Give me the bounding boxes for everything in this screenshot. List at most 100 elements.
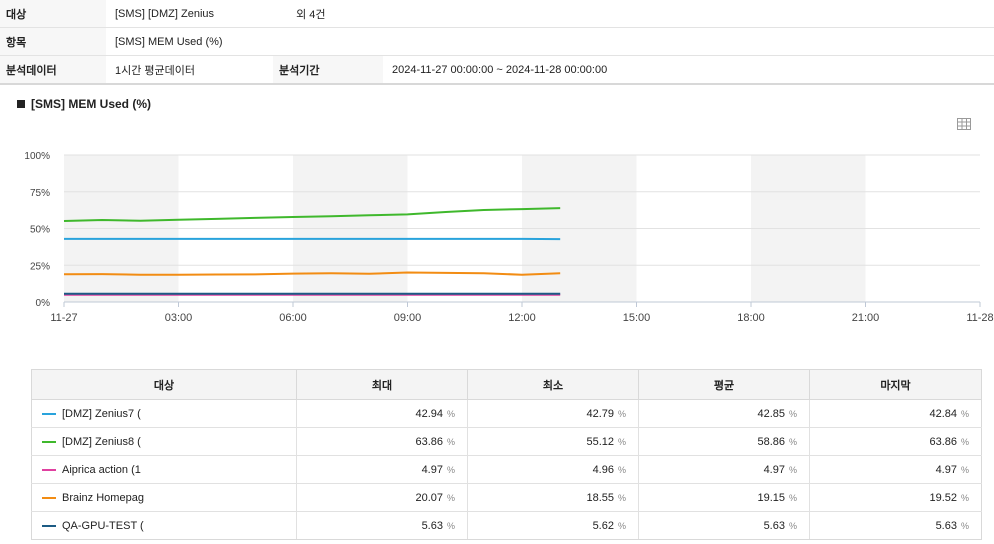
row-target-name: [DMZ] Zenius8 ( [62,435,141,448]
unit-label: % [617,436,626,447]
row-avg-cell: 19.15% [638,483,810,512]
x-tick-label: 15:00 [623,312,651,324]
header-last[interactable]: 마지막 [809,369,982,400]
row-min-cell: 18.55% [467,483,639,512]
row-target-name: Aiprica action (1 [62,463,141,476]
x-tick-label: 21:00 [852,312,880,324]
table-row[interactable]: QA-GPU-TEST (1 5.63% 5.62% 5.63% 5.63% [31,511,982,540]
row-min-cell: 55.12% [467,427,639,456]
target-value: [SMS] [DMZ] Zenius [115,7,215,20]
chart-title: [SMS] MEM Used (%) [17,97,151,111]
row-last-cell: 63.86% [809,427,982,456]
row-last-cell: 4.97% [809,455,982,484]
unit-label: % [617,464,626,475]
unit-label: % [788,408,797,419]
info-table: 대상 [SMS] [DMZ] Zenius 외 4건 항목 [SMS] MEM … [0,0,994,85]
row-min-cell: 42.79% [467,399,639,428]
unit-label: % [788,520,797,531]
x-tick-label: 11-27 [50,312,77,324]
row-max-cell: 42.94% [296,399,468,428]
header-avg[interactable]: 평균 [638,369,810,400]
row-max-value: 4.97 [421,463,443,476]
row-target-cell: Brainz Homepag [31,483,297,512]
row-avg-value: 19.15 [757,491,785,504]
row-target-cell: [DMZ] Zenius7 ( [31,399,297,428]
item-label: 항목 [0,27,106,56]
row-last-cell: 5.63% [809,511,982,540]
y-tick-label: 75% [30,188,50,199]
row-last-value: 4.97 [935,463,957,476]
x-tick-label: 18:00 [737,312,765,324]
series-color-swatch [42,524,56,527]
row-min-value: 4.96 [592,463,614,476]
row-max-value: 20.07 [415,491,443,504]
row-min-value: 42.79 [586,407,614,420]
row-avg-value: 42.85 [757,407,785,420]
row-target-cell: QA-GPU-TEST (1 [31,511,297,540]
info-row-item: 항목 [SMS] MEM Used (%) [0,27,994,56]
unit-label: % [446,436,455,447]
title-bullet-icon [17,100,25,108]
y-tick-label: 50% [30,225,50,236]
row-target-name: [DMZ] Zenius7 ( [62,407,141,420]
info-row-target: 대상 [SMS] [DMZ] Zenius 외 4건 [0,0,994,28]
row-min-value: 18.55 [586,491,614,504]
unit-label: % [960,436,969,447]
unit-label: % [960,520,969,531]
target-label: 대상 [0,0,106,28]
y-tick-label: 0% [36,298,51,309]
unit-label: % [960,408,969,419]
row-min-cell: 4.96% [467,455,639,484]
row-avg-cell: 42.85% [638,399,810,428]
unit-label: % [788,464,797,475]
unit-label: % [788,492,797,503]
unit-label: % [446,408,455,419]
row-avg-cell: 4.97% [638,455,810,484]
x-tick-label: 12:00 [508,312,536,324]
target-extra[interactable]: 외 4건 [296,9,325,21]
y-tick-label: 100% [24,151,50,162]
header-target[interactable]: 대상 [31,369,297,400]
x-tick-label: 03:00 [165,312,193,324]
header-max[interactable]: 최대 [296,369,468,400]
stats-table: 대상 최대 최소 평균 마지막 [DMZ] Zenius7 (42.94% 42.… [31,369,982,540]
stats-header-row: 대상 최대 최소 평균 마지막 [31,369,982,400]
unit-label: % [446,492,455,503]
row-max-cell: 5.63% [296,511,468,540]
row-last-value: 42.84 [929,407,957,420]
table-row[interactable]: Brainz Homepag 20.07% 18.55% 19.15% 19.52% [31,483,982,512]
unit-label: % [788,436,797,447]
row-target-name: Brainz Homepag [62,491,144,504]
period-value: 2024-11-27 00:00:00 ~ 2024-11-28 00:00:0… [383,55,994,85]
table-row[interactable]: Aiprica action (1 4.97% 4.96% 4.97% 4.97% [31,455,982,484]
unit-label: % [617,408,626,419]
unit-label: % [446,520,455,531]
row-min-cell: 5.62% [467,511,639,540]
row-avg-value: 5.63 [763,519,785,532]
chart-title-text: [SMS] MEM Used (%) [31,97,151,111]
unit-label: % [960,464,969,475]
row-last-value: 5.63 [935,519,957,532]
unit-label: % [617,520,626,531]
row-avg-cell: 58.86% [638,427,810,456]
row-min-value: 55.12 [586,435,614,448]
row-max-cell: 20.07% [296,483,468,512]
table-row[interactable]: [DMZ] Zenius8 (63.86% 55.12% 58.86% 63.86% [31,427,982,456]
header-min[interactable]: 최소 [467,369,639,400]
row-target-cell: Aiprica action (1 [31,455,297,484]
row-target-name: QA-GPU-TEST (1 [62,519,144,532]
series-color-swatch [42,496,56,499]
row-avg-cell: 5.63% [638,511,810,540]
row-max-cell: 4.97% [296,455,468,484]
row-avg-value: 4.97 [763,463,785,476]
row-last-value: 63.86 [929,435,957,448]
x-tick-label: 06:00 [279,312,307,324]
grid-table-icon[interactable] [957,118,971,133]
row-min-value: 5.62 [592,519,614,532]
row-avg-value: 58.86 [757,435,785,448]
x-tick-label: 11-28 [966,312,993,324]
item-value: [SMS] MEM Used (%) [106,27,994,56]
info-row-data: 분석데이터 1시간 평균데이터 분석기간 2024-11-27 00:00:00… [0,55,994,85]
table-row[interactable]: [DMZ] Zenius7 (42.94% 42.79% 42.85% 42.84% [31,399,982,428]
row-max-value: 42.94 [415,407,443,420]
